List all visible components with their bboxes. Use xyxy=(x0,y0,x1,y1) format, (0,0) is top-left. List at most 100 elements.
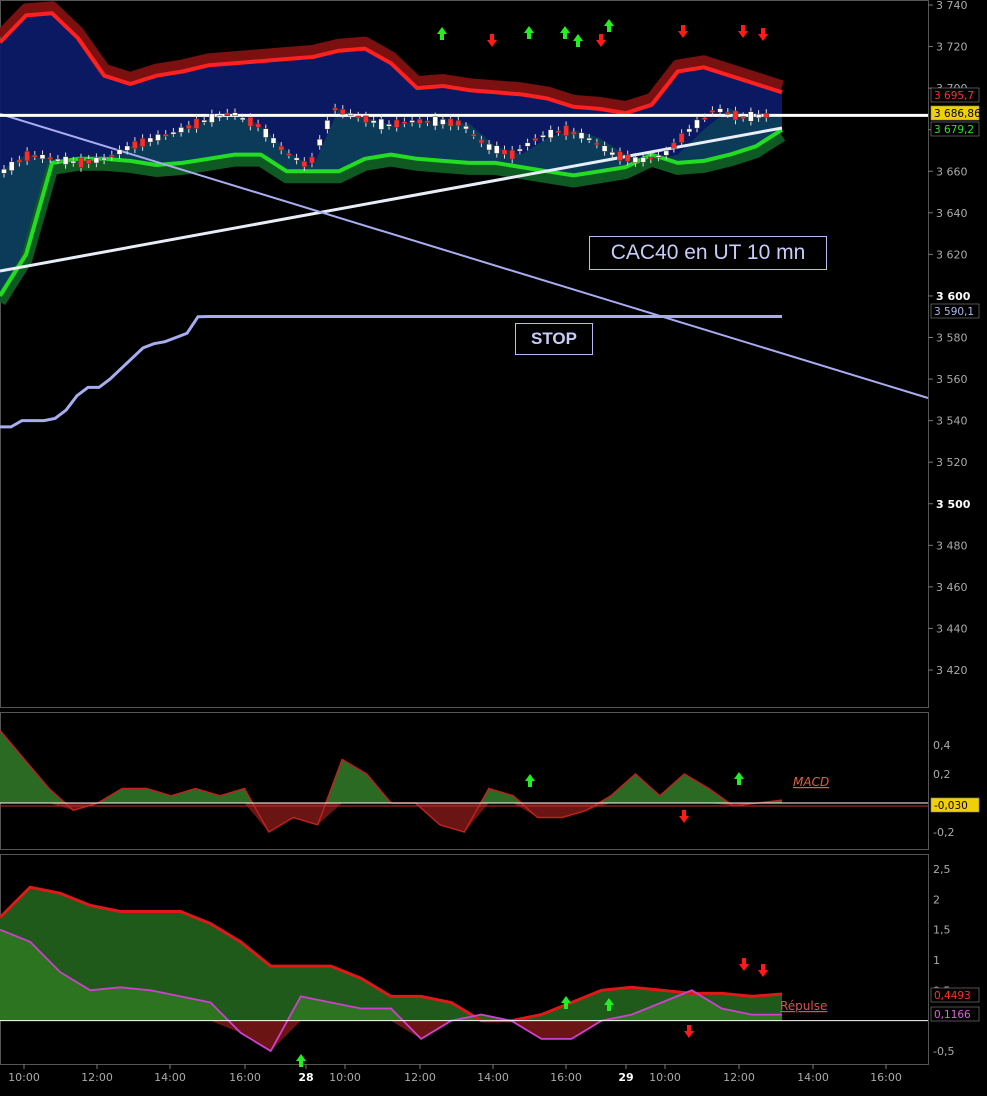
candle xyxy=(32,154,38,158)
candle xyxy=(624,154,631,162)
price-tick-label: 3 440 xyxy=(936,622,968,635)
candle xyxy=(132,141,138,150)
candle xyxy=(440,119,446,125)
macd-tick-label: 0,4 xyxy=(933,739,951,752)
macd-panel: MACD xyxy=(0,730,928,834)
up-arrow-icon xyxy=(573,34,583,47)
candle xyxy=(85,158,92,165)
candle xyxy=(540,135,546,138)
candle xyxy=(247,117,254,127)
candle xyxy=(386,124,392,127)
candle xyxy=(116,149,123,155)
candle xyxy=(532,138,539,141)
macd-tick-label: -0,2 xyxy=(933,826,954,839)
price-tick-label: 3 620 xyxy=(936,248,968,261)
price-tick-label: 3 600 xyxy=(936,290,971,303)
candle xyxy=(332,107,338,111)
macd-negative-fill xyxy=(0,803,782,832)
repulse-tick-label: 2,5 xyxy=(933,863,951,876)
candle xyxy=(370,120,377,124)
candle xyxy=(93,157,100,164)
price-tick-label: 3 720 xyxy=(936,41,968,54)
candle xyxy=(286,153,292,156)
up-arrow-icon xyxy=(437,27,447,40)
candle xyxy=(717,108,723,113)
candle xyxy=(378,118,385,130)
chart-canvas[interactable]: MACD Répulse 3 7403 7203 7003 6803 6603 … xyxy=(0,0,987,1092)
candle xyxy=(278,145,284,151)
repulse-slow-value: 0,4493 xyxy=(934,990,971,1002)
candle xyxy=(455,120,462,127)
candle xyxy=(617,151,623,161)
candle xyxy=(463,125,469,130)
stop-annotation: STOP xyxy=(515,323,593,355)
x-tick-label: 14:00 xyxy=(154,1071,186,1084)
candle xyxy=(694,119,700,129)
candle xyxy=(517,148,523,152)
repulse-fast-value: 0,1166 xyxy=(934,1009,971,1021)
up-arrow-icon xyxy=(524,26,534,39)
price-tick-label: 3 660 xyxy=(936,165,968,178)
candle xyxy=(109,154,115,158)
down-arrow-icon xyxy=(487,34,497,47)
down-arrow-icon xyxy=(738,25,748,38)
x-tick-label: 14:00 xyxy=(477,1071,509,1084)
candle xyxy=(509,149,515,160)
candle xyxy=(709,110,716,113)
candle xyxy=(732,110,739,121)
candle xyxy=(686,128,693,133)
candle xyxy=(70,160,77,164)
candle xyxy=(101,157,107,161)
lower-band-value: 3 679,2 xyxy=(934,124,974,136)
candle xyxy=(601,145,608,152)
x-tick-label: 29 xyxy=(618,1071,633,1084)
x-tick-label: 12:00 xyxy=(81,1071,113,1084)
candle xyxy=(547,129,554,138)
candle xyxy=(586,137,592,141)
macd-line xyxy=(0,730,783,834)
candle xyxy=(347,113,354,116)
price-tick-label: 3 580 xyxy=(936,332,968,345)
x-tick-label: 16:00 xyxy=(229,1071,261,1084)
candle xyxy=(162,133,169,137)
candle xyxy=(401,121,408,124)
candle xyxy=(470,134,477,137)
candle xyxy=(324,120,331,130)
candle xyxy=(270,137,277,144)
up-arrow-icon xyxy=(296,1054,306,1067)
candle xyxy=(309,156,315,164)
repulse-tick-label: 1,5 xyxy=(933,924,951,937)
candle xyxy=(239,117,246,121)
price-panel xyxy=(0,1,929,429)
chart-title-annotation: CAC40 en UT 10 mn xyxy=(589,236,827,270)
candle xyxy=(293,157,300,161)
upper-band-value: 3 695,7 xyxy=(934,90,974,102)
candle xyxy=(409,120,415,123)
candle xyxy=(316,138,323,146)
stop-value: 3 590,1 xyxy=(934,306,974,318)
candle xyxy=(478,139,485,144)
candle xyxy=(424,120,431,124)
candle xyxy=(640,157,646,163)
down-arrow-icon xyxy=(678,25,688,38)
up-arrow-icon xyxy=(604,19,614,32)
candle xyxy=(740,116,746,119)
candle xyxy=(663,150,669,156)
candle xyxy=(609,151,616,156)
candle xyxy=(124,145,130,151)
price-tick-label: 3 500 xyxy=(936,498,971,511)
candle xyxy=(755,113,762,118)
price-tick-label: 3 560 xyxy=(936,373,968,386)
down-arrow-icon xyxy=(679,810,689,823)
repulse-tick-label: 1 xyxy=(933,954,940,967)
candle xyxy=(170,131,177,135)
x-tick-label: 16:00 xyxy=(870,1071,902,1084)
price-tick-label: 3 420 xyxy=(936,664,968,677)
candle xyxy=(178,127,184,133)
candle xyxy=(748,111,754,122)
candle xyxy=(8,161,15,171)
candle xyxy=(524,142,531,147)
candle xyxy=(632,156,639,163)
candle xyxy=(494,145,500,154)
candle xyxy=(232,112,238,116)
